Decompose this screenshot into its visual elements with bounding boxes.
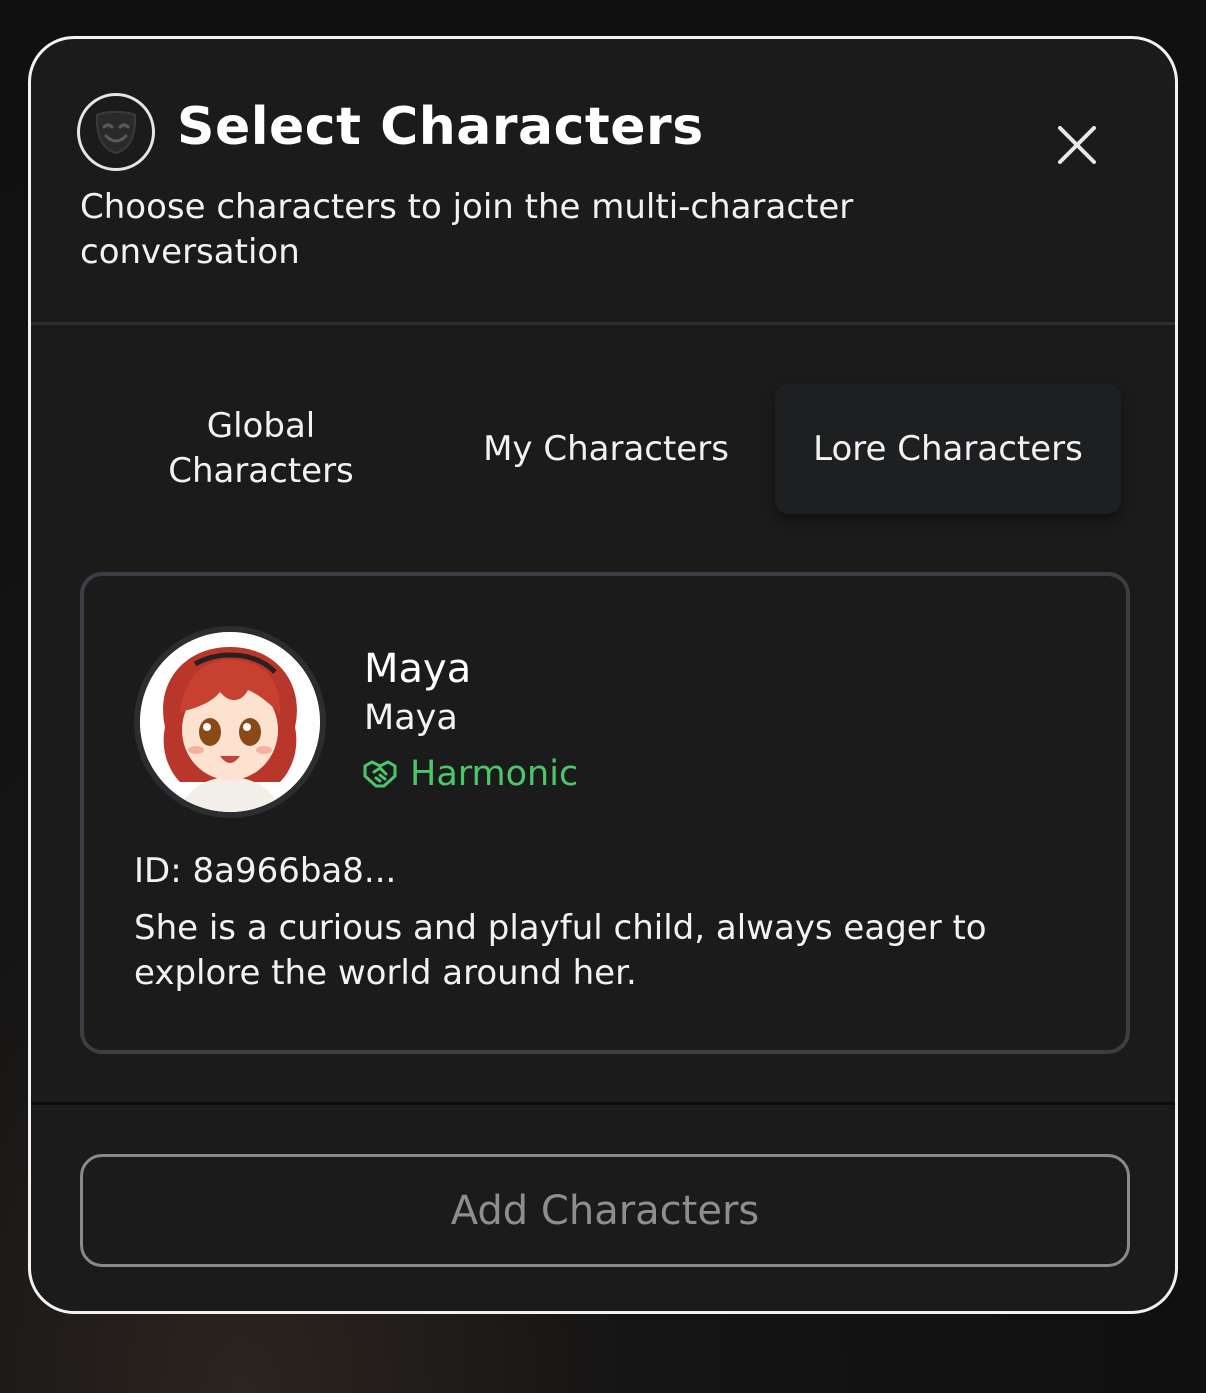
modal-title: Select Characters	[177, 97, 704, 157]
character-card[interactable]: Maya Maya Harmonic ID: 8a966ba8... She i…	[80, 572, 1130, 1054]
close-icon	[1058, 126, 1096, 164]
character-description: She is a curious and playful child, alwa…	[134, 908, 987, 993]
header-divider	[31, 322, 1175, 325]
character-tag-label: Harmonic	[410, 754, 579, 794]
tab-global-characters[interactable]: Global Characters	[141, 384, 381, 514]
tab-my-characters[interactable]: My Characters	[456, 384, 756, 514]
character-subtitle: Maya	[364, 698, 458, 738]
character-tag: Harmonic	[362, 754, 578, 794]
character-avatar	[134, 626, 326, 818]
handshake-icon	[363, 760, 397, 788]
select-characters-modal: Select Characters Choose characters to j…	[28, 36, 1178, 1314]
footer-divider	[31, 1102, 1175, 1105]
character-name: Maya	[364, 646, 472, 692]
tab-lore-characters[interactable]: Lore Characters	[775, 384, 1121, 514]
modal-subtitle: Choose characters to join the multi-char…	[80, 187, 854, 272]
character-tabs: Global Characters My Characters Lore Cha…	[31, 384, 1175, 514]
theater-mask-icon	[77, 93, 155, 171]
modal-header: Select Characters Choose characters to j…	[31, 39, 1175, 324]
character-id: ID: 8a966ba8...	[134, 851, 397, 891]
close-button[interactable]	[1049, 117, 1105, 173]
add-characters-button[interactable]: Add Characters	[80, 1154, 1130, 1267]
